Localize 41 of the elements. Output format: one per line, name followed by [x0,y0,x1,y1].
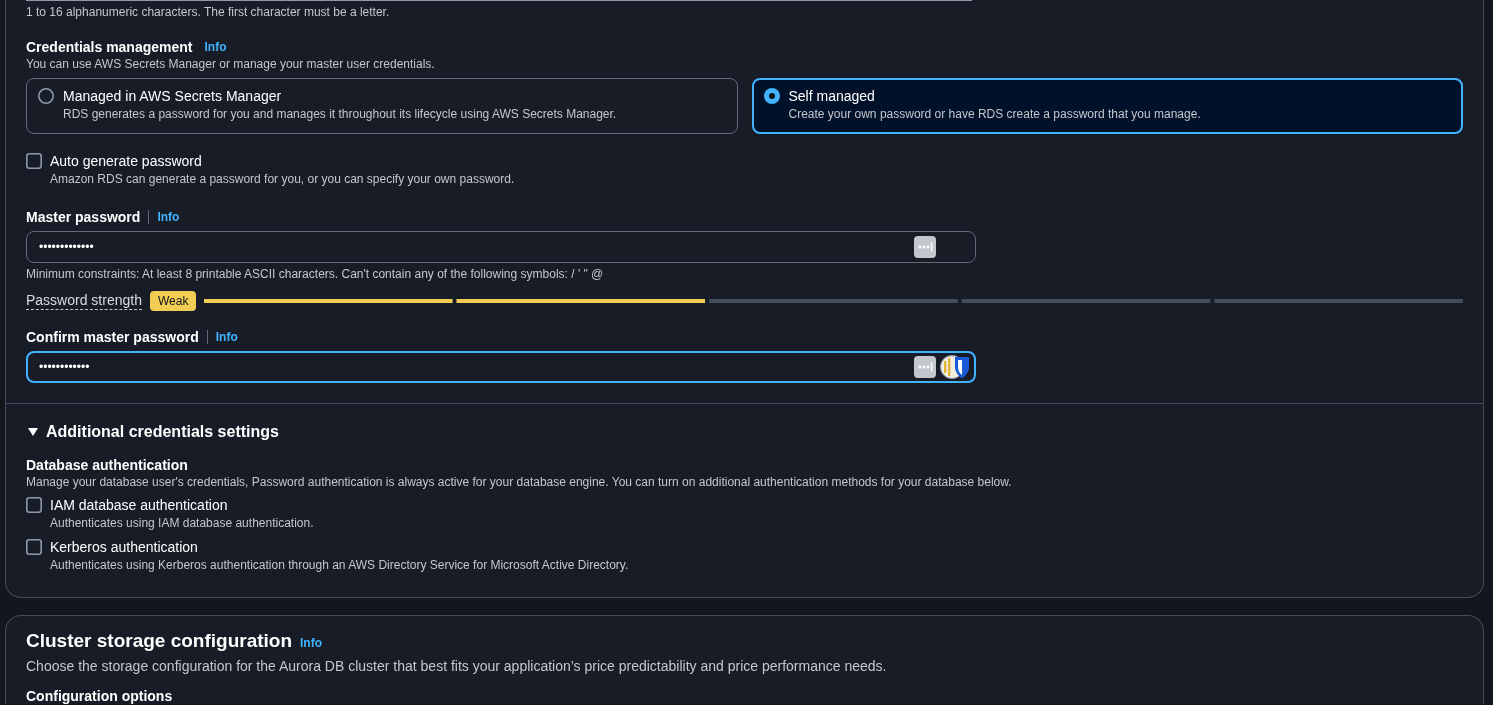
checkbox-label: IAM database authentication [50,496,229,515]
info-link[interactable]: Info [215,328,238,346]
checkbox[interactable] [26,497,42,513]
field-label: Master password [26,208,141,226]
section-label: Database authentication [26,456,189,474]
option-title: Self managed [788,87,876,106]
field-label: Configuration options [26,688,174,704]
info-link[interactable]: Info [204,38,227,56]
option-description: Create your own password or have RDS create a password that you manage. [788,106,1201,122]
info-link[interactable]: Info [157,208,180,226]
field-hint: 1 to 16 alphanumeric characters. The first character must be a letter. [26,4,391,20]
field-constraint: Minimum constraints: At least 8 printable ASCII characters. Can't contain any of the following symbols: / ' " @ [26,266,605,282]
radio-card[interactable]: Self managed Create your own password or have RDS create a password that you manage. [751,78,1463,134]
checkbox-description: Authenticates using Kerberos authentication through an AWS Directory Service for Microsoft Active Directory. [50,557,629,573]
info-link[interactable]: Info [300,634,323,652]
option-description: RDS generates a password for you and manages it throughout its lifecycle using AWS Secrets Manager. [63,106,617,122]
radio-button[interactable] [38,88,54,104]
section-description: Manage your database user's credentials, Password authentication is always active for your database engine. You can turn on additional authentication methods for your database below. [26,474,1013,490]
checkbox-label: Auto generate password [50,152,203,171]
option-title: Managed in AWS Secrets Manager [63,87,283,106]
checkbox-description: Authenticates using IAM database authentication. [50,515,314,531]
section-description: Choose the storage configuration for the Aurora DB cluster that best fits your application’s price predictability and price performance needs. [26,657,888,676]
checkbox[interactable] [26,539,42,555]
password-dots-icon[interactable] [914,236,936,258]
password-field[interactable]: •••••••••••• [26,351,976,383]
caret-down-icon [28,428,38,436]
checkbox-description: Amazon RDS can generate a password for you, or you can specify your own password. [50,171,515,187]
password-field[interactable]: ••••••••••••• [26,231,976,263]
radio-card[interactable]: Managed in AWS Secrets Manager RDS generates a password for you and manages it throughout its lifecycle using AWS Secrets Manager. [26,78,738,134]
field-label: Confirm master password [26,328,199,346]
section-description: You can use AWS Secrets Manager or manage your master user credentials. [26,56,436,72]
radio-button[interactable] [763,88,780,104]
password-dots-icon[interactable] [914,356,936,378]
checkbox-label: Kerberos authentication [50,538,199,557]
section-title: Cluster storage configuration [26,629,293,653]
strength-label[interactable]: Password strength [26,292,142,310]
section-label: Credentials management [26,38,193,56]
checkbox[interactable] [26,153,42,169]
shield-icon[interactable] [940,354,970,380]
expander-toggle[interactable]: Additional credentials settings [26,421,279,443]
strength-badge: Weak [149,291,197,311]
